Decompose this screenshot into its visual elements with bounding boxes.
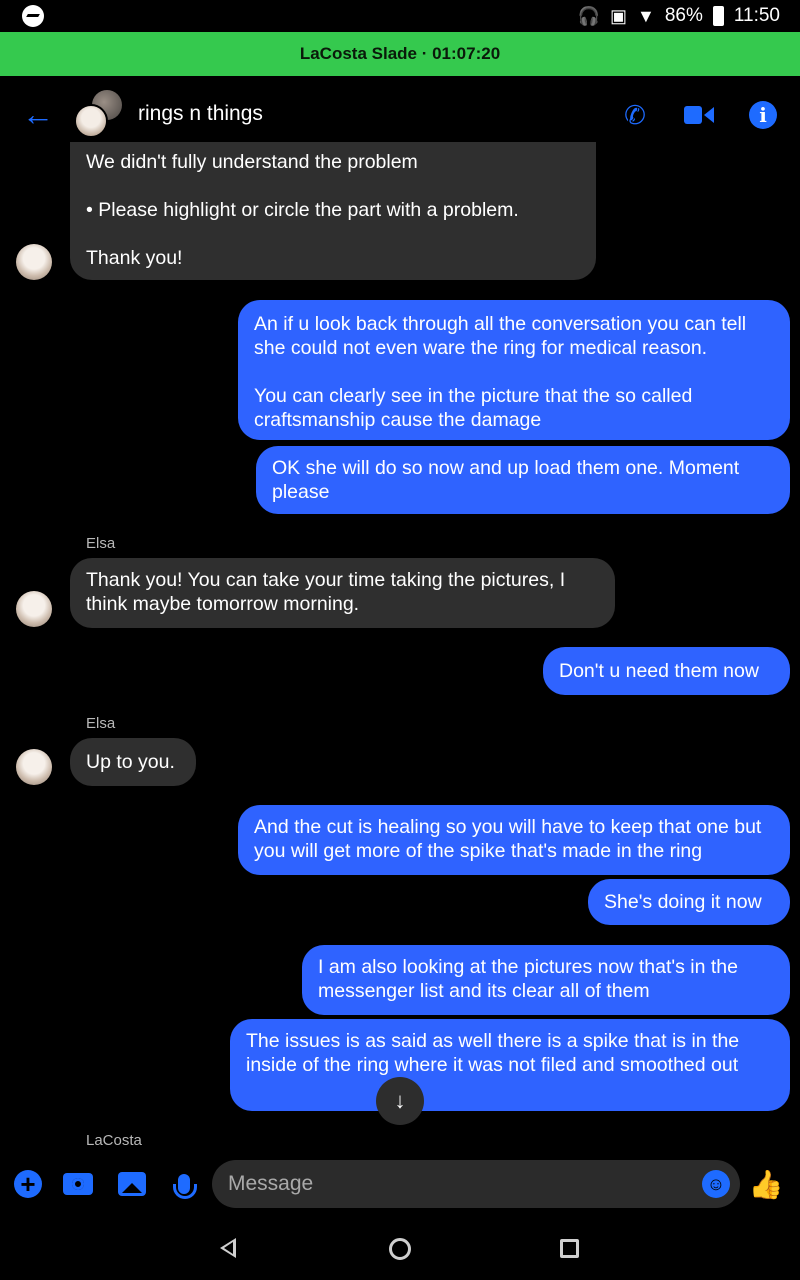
avatar [16, 749, 52, 785]
message-bubble-outgoing[interactable]: And the cut is healing so you will have … [238, 805, 790, 875]
headphones-icon: 🎧 [577, 5, 600, 26]
conversation-title[interactable]: rings n things [138, 102, 263, 126]
message-input[interactable] [228, 1160, 688, 1208]
thumbs-up-icon[interactable]: 👍 [749, 1168, 784, 1200]
nav-home-icon[interactable] [389, 1238, 411, 1260]
avatar [16, 591, 52, 627]
emoji-icon[interactable]: ☺ [702, 1170, 730, 1198]
nav-recents-icon[interactable] [560, 1239, 579, 1258]
typing-sender-label: LaCosta [86, 1132, 142, 1149]
arrow-down-icon: ↓ [394, 1088, 406, 1113]
message-bubble-outgoing[interactable]: Don't u need them now [543, 647, 790, 695]
message-bubble-outgoing[interactable]: She's doing it now [588, 879, 790, 925]
phone-icon[interactable]: ✆ [620, 100, 650, 130]
navigation-bar [0, 1220, 800, 1280]
sender-name: Elsa [86, 715, 116, 732]
active-call-banner[interactable]: LaCosta Slade · 01:07:20 [0, 32, 800, 76]
microphone-icon[interactable] [168, 1168, 200, 1200]
message-bubble-outgoing[interactable]: OK she will do so now and up load them o… [256, 446, 790, 514]
clock: 11:50 [733, 5, 780, 26]
message-bubble-outgoing[interactable]: An if u look back through all the conver… [238, 300, 790, 440]
status-bar: 🎧 ▣ ▼ 86% 11:50 [0, 0, 800, 32]
group-avatar[interactable] [74, 90, 126, 138]
gallery-icon[interactable] [116, 1168, 148, 1200]
message-composer: + ☺ 👍 [0, 1150, 800, 1220]
battery-percent: 86% [664, 5, 703, 26]
sender-name: Elsa [86, 535, 116, 552]
plus-icon[interactable]: + [12, 1168, 44, 1200]
avatar [74, 104, 108, 138]
message-bubble-incoming[interactable]: Thank you! You can take your time taking… [70, 558, 615, 628]
nav-back-icon[interactable] [220, 1238, 236, 1258]
info-icon[interactable]: i [748, 100, 778, 130]
battery-icon [712, 6, 724, 26]
messenger-icon [22, 5, 44, 27]
status-icons: 🎧 ▣ ▼ 86% 11:50 [578, 4, 780, 28]
message-bubble-incoming[interactable]: We didn't fully understand the problem •… [70, 142, 596, 280]
avatar [16, 244, 52, 280]
call-banner-text: LaCosta Slade · 01:07:20 [299, 44, 501, 63]
message-bubble-incoming[interactable]: Up to you. [70, 738, 196, 786]
cast-icon: ▣ [609, 5, 627, 26]
message-bubble-outgoing[interactable]: I am also looking at the pictures now th… [302, 945, 790, 1015]
message-input-wrapper: ☺ [212, 1160, 740, 1208]
camera-icon[interactable] [62, 1168, 94, 1200]
message-bubble-outgoing[interactable]: The issues is as said as well there is a… [230, 1019, 790, 1111]
video-call-icon[interactable] [684, 100, 714, 130]
scroll-to-bottom-button[interactable]: ↓ [376, 1077, 424, 1125]
wifi-icon: ▼ [637, 5, 655, 26]
back-arrow-icon[interactable]: ← [22, 96, 54, 132]
